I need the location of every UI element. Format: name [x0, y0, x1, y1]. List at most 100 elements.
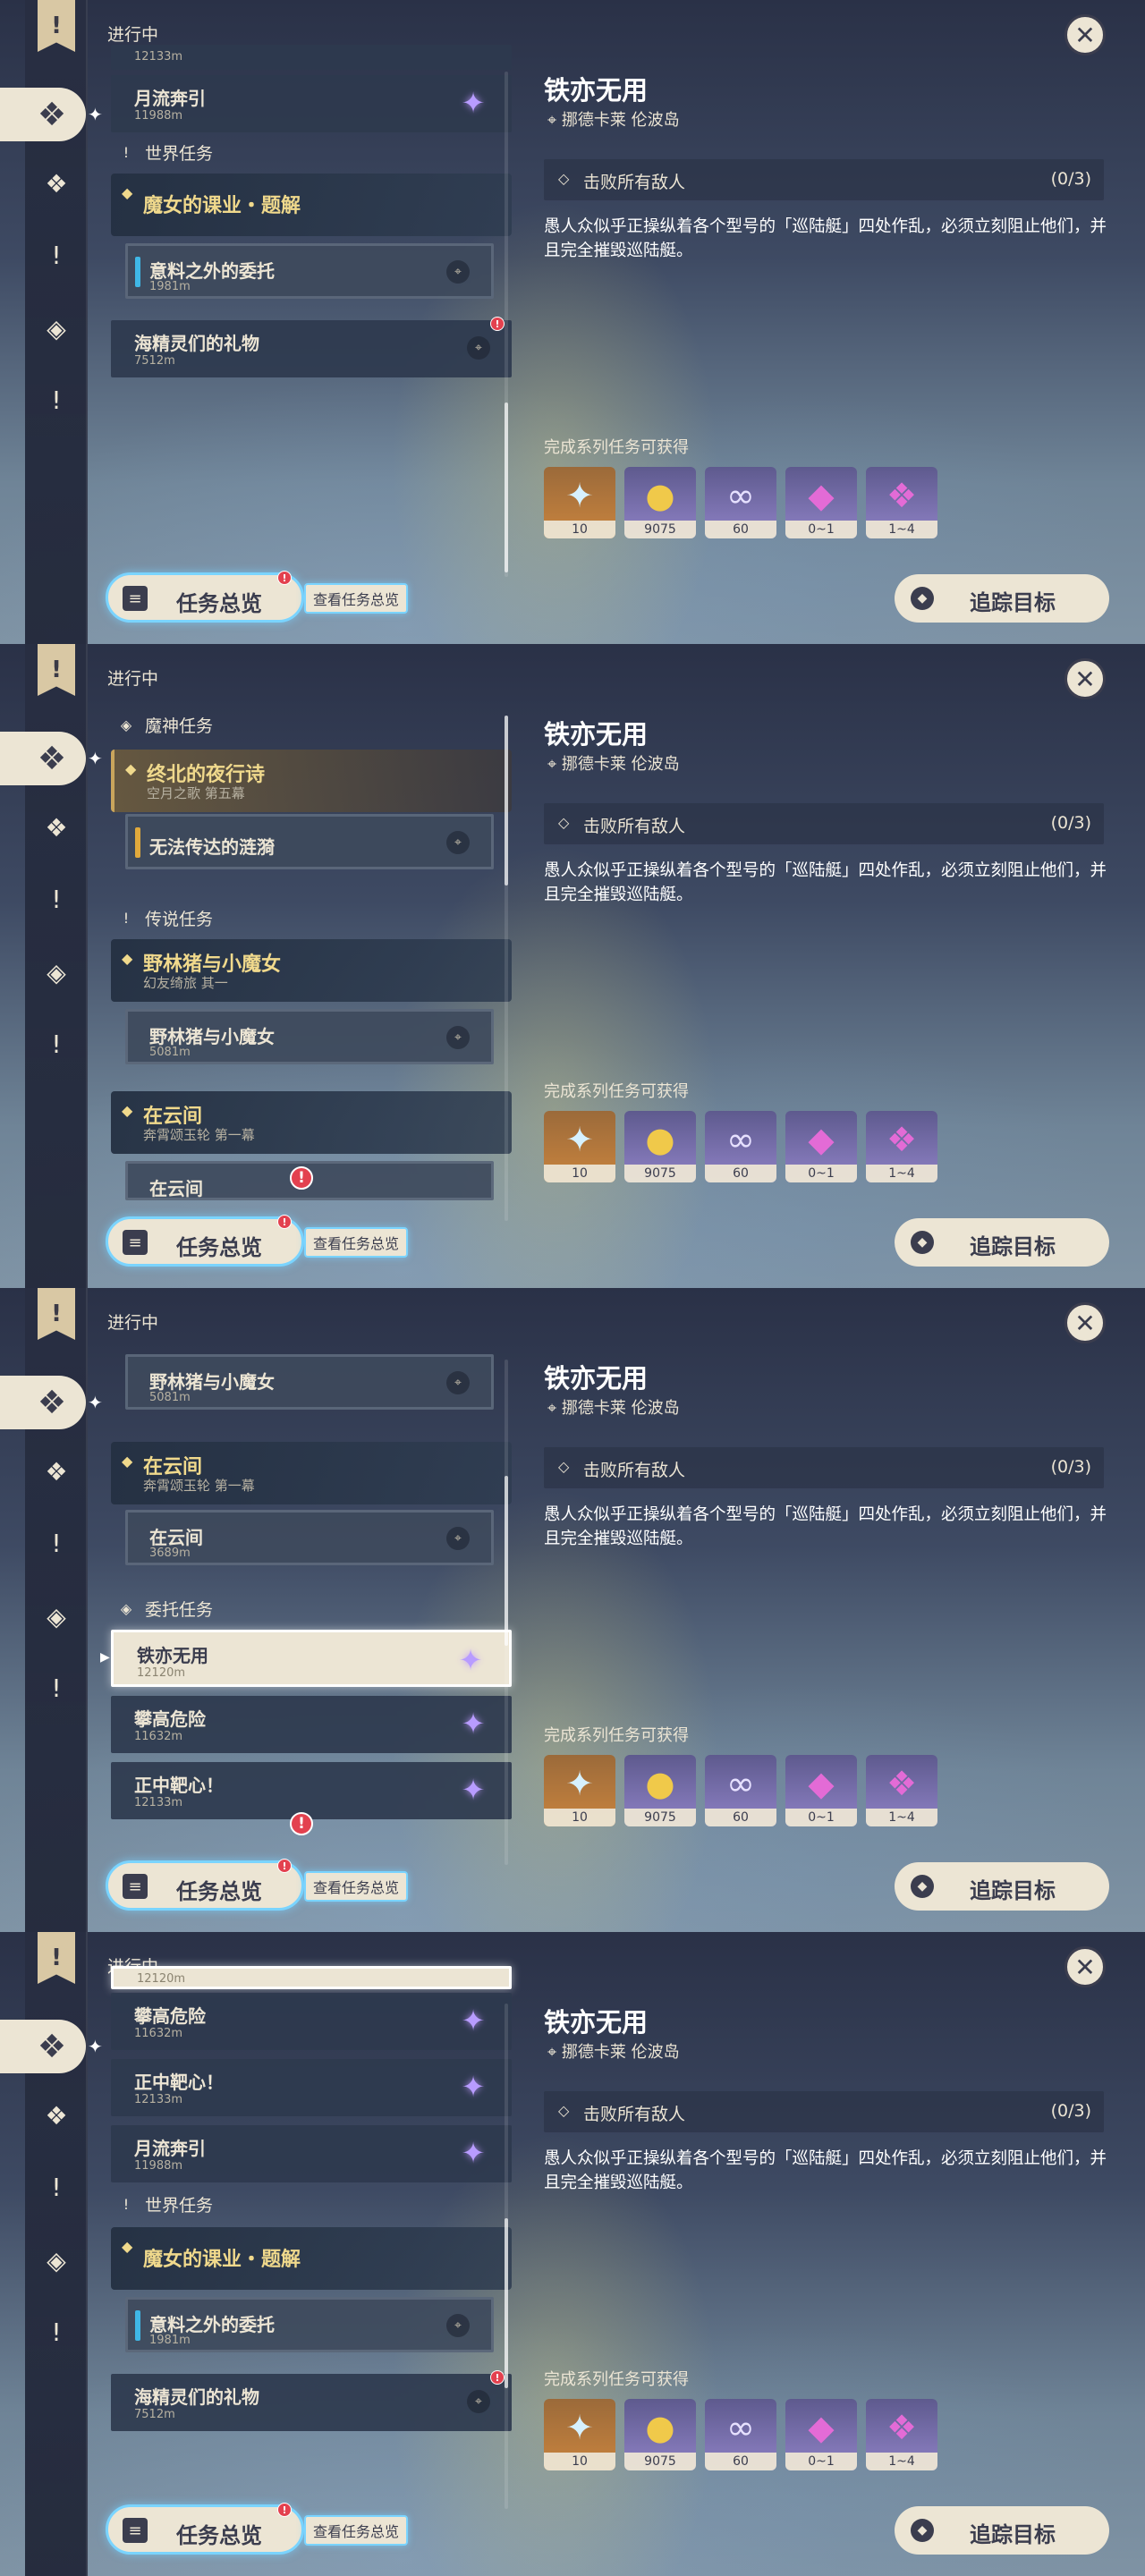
scrollbar[interactable] [505, 716, 508, 1221]
rail-item-archon-icon[interactable]: ❖ [36, 2095, 77, 2136]
reward-item[interactable]: ◆ 0~1 [785, 467, 857, 538]
rail-item-event-icon[interactable]: ! [36, 1023, 77, 1064]
rail-item-event-icon[interactable]: ! [36, 379, 77, 420]
reward-item[interactable]: ❖ 1~4 [866, 1755, 937, 1826]
alert-icon: ! [277, 571, 292, 585]
reward-item[interactable]: ∞ 60 [705, 467, 776, 538]
commission-item[interactable]: 12133m [111, 45, 512, 70]
reward-item[interactable]: ∞ 60 [705, 2399, 776, 2470]
rail-item-event-icon[interactable]: ! [36, 1667, 77, 1708]
quest-group-legend[interactable]: ◆ 在云间 奔霄颂玉轮 第一幕 [111, 1442, 512, 1504]
rail-item-world-icon[interactable]: ◈ [36, 2240, 77, 2281]
reward-item[interactable]: ✦ 10 [544, 2399, 615, 2470]
scroll-thumb[interactable] [505, 402, 508, 572]
rail-item-world-icon[interactable]: ◈ [36, 1596, 77, 1637]
reward-item[interactable]: ❖ 1~4 [866, 2399, 937, 2470]
reward-item[interactable]: ◆ 0~1 [785, 1755, 857, 1826]
commission-item-selected[interactable]: 12120m [111, 1966, 512, 1989]
scroll-thumb[interactable] [505, 716, 508, 886]
overview-link[interactable]: 查看任务总览 [304, 2515, 409, 2546]
reward-item[interactable]: ✦ 10 [544, 1755, 615, 1826]
location-pin-icon[interactable]: ⌖ [446, 1527, 470, 1550]
scrollbar[interactable] [505, 1360, 508, 1865]
quest-group-legend[interactable]: ◆ 在云间 奔霄颂玉轮 第一幕 [111, 1091, 512, 1154]
track-button[interactable]: ◆ 追踪目标 [895, 1862, 1109, 1911]
rail-item-legend-icon[interactable]: ! [36, 234, 77, 275]
reward-item[interactable]: ❖ 1~4 [866, 467, 937, 538]
location-pin-icon[interactable]: ⌖ [446, 2314, 470, 2337]
rail-item-archon-icon[interactable]: ❖ [36, 163, 77, 204]
track-button[interactable]: ◆ 追踪目标 [895, 574, 1109, 623]
overview-button[interactable]: ≡ 任务总览 [106, 572, 304, 623]
rail-item-legend-icon[interactable]: ! [36, 1522, 77, 1563]
quest-bookmark-icon[interactable]: ! [38, 644, 75, 696]
reward-item[interactable]: ● 9075 [624, 467, 696, 538]
quest-group-archon[interactable]: ◆ 终北的夜行诗 空月之歌 第五幕 [111, 750, 512, 812]
reward-item[interactable]: ✦ 10 [544, 467, 615, 538]
overview-button[interactable]: ≡ 任务总览 [106, 1860, 304, 1911]
rail-item-archon-icon[interactable]: ❖ [36, 807, 77, 848]
track-button[interactable]: ◆ 追踪目标 [895, 2506, 1109, 2555]
world-item[interactable]: 海精灵们的礼物 7512m ⌖ [111, 2374, 512, 2431]
commission-item[interactable]: 攀高危险 11632m ✦ [111, 1993, 512, 2050]
quest-item[interactable]: 野林猪与小魔女 5081m ⌖ [125, 1009, 494, 1064]
reward-item[interactable]: ❖ 1~4 [866, 1111, 937, 1182]
quest-item[interactable]: 无法传达的涟漪 ⌖ [125, 814, 494, 869]
location-pin-icon[interactable]: ⌖ [446, 1371, 470, 1394]
reward-list: ✦ 10 ● 9075 ∞ 60 ◆ 0~1 ❖ 1~4 [544, 467, 937, 538]
rail-item-world-icon[interactable]: ◈ [36, 308, 77, 349]
quest-group-world[interactable]: ◆ 魔女的课业・题解 [111, 2227, 512, 2290]
overview-link[interactable]: 查看任务总览 [304, 583, 409, 614]
location-pin-icon[interactable]: ⌖ [446, 260, 470, 284]
close-button[interactable]: ✕ [1064, 1946, 1106, 1987]
quest-item[interactable]: 在云间 3689m ⌖ [125, 1510, 494, 1565]
reward-item[interactable]: ◆ 0~1 [785, 2399, 857, 2470]
reward-item[interactable]: ● 9075 [624, 1755, 696, 1826]
rail-item-archon-icon[interactable]: ❖ [36, 1451, 77, 1492]
quest-item[interactable]: 意料之外的委托 1981m ⌖ [125, 243, 494, 299]
quest-bookmark-icon[interactable]: ! [38, 0, 75, 52]
scrollbar[interactable] [505, 72, 508, 577]
reward-item[interactable]: ∞ 60 [705, 1111, 776, 1182]
list-icon: ≡ [123, 586, 148, 611]
close-button[interactable]: ✕ [1064, 658, 1106, 699]
close-button[interactable]: ✕ [1064, 1302, 1106, 1343]
commission-item[interactable]: 正中靶心！ 12133m ✦ [111, 1762, 512, 1819]
scroll-thumb[interactable] [505, 1476, 508, 1646]
quest-item[interactable]: 意料之外的委托 1981m ⌖ [125, 2297, 494, 2352]
commission-item[interactable]: 月流奔引 11988m ✦ [111, 2125, 512, 2182]
quest-group-world[interactable]: ◆ 魔女的课业・题解 [111, 174, 512, 236]
commission-item[interactable]: 月流奔引 11988m ✦ [111, 75, 512, 132]
overview-button[interactable]: ≡ 任务总览 [106, 2504, 304, 2555]
rail-item-event-icon[interactable]: ! [36, 2311, 77, 2352]
reward-item[interactable]: ✦ 10 [544, 1111, 615, 1182]
overview-link[interactable]: 查看任务总览 [304, 1871, 409, 1902]
screen-2: ! ❖ ✦ ❖ ! ◈ ! 进行中 野林猪与小魔女 5081m ⌖ ◆ 在云间 … [0, 1288, 1145, 1932]
location-pin-icon[interactable]: ⌖ [467, 2390, 490, 2413]
rail-item-world-icon[interactable]: ◈ [36, 952, 77, 993]
quest-item[interactable]: 野林猪与小魔女 5081m ⌖ [125, 1354, 494, 1410]
scroll-thumb[interactable] [505, 2218, 508, 2388]
location-pin-icon[interactable]: ⌖ [446, 831, 470, 854]
rail-item-legend-icon[interactable]: ! [36, 878, 77, 919]
quest-bookmark-icon[interactable]: ! [38, 1932, 75, 1984]
close-button[interactable]: ✕ [1064, 14, 1106, 55]
location-pin-icon[interactable]: ⌖ [467, 336, 490, 360]
reward-item[interactable]: ● 9075 [624, 2399, 696, 2470]
track-button[interactable]: ◆ 追踪目标 [895, 1218, 1109, 1267]
world-item[interactable]: 海精灵们的礼物 7512m ⌖ [111, 320, 512, 377]
reward-item[interactable]: ◆ 0~1 [785, 1111, 857, 1182]
quest-bookmark-icon[interactable]: ! [38, 1288, 75, 1340]
reward-item[interactable]: ∞ 60 [705, 1755, 776, 1826]
location-pin-icon[interactable]: ⌖ [446, 1026, 470, 1049]
quest-group-legend[interactable]: ◆ 野林猪与小魔女 幻友绮旅 其一 [111, 939, 512, 1002]
scrollbar[interactable] [505, 2004, 508, 2509]
overview-link[interactable]: 查看任务总览 [304, 1227, 409, 1258]
diamond-icon: ◆ [122, 950, 133, 967]
reward-item[interactable]: ● 9075 [624, 1111, 696, 1182]
commission-item[interactable]: 攀高危险 11632m ✦ [111, 1696, 512, 1753]
commission-item-selected[interactable]: 铁亦无用 12120m ✦ [111, 1630, 512, 1687]
rail-item-legend-icon[interactable]: ! [36, 2166, 77, 2207]
commission-item[interactable]: 正中靶心！ 12133m ✦ [111, 2059, 512, 2116]
overview-button[interactable]: ≡ 任务总览 [106, 1216, 304, 1267]
